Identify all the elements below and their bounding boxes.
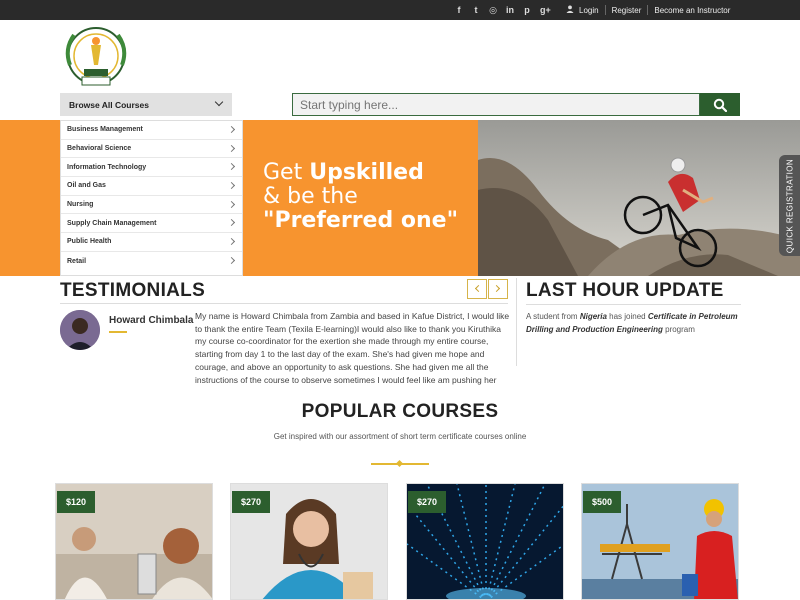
- price-badge: $270: [408, 491, 447, 513]
- course-card[interactable]: $270: [230, 483, 388, 600]
- testimonials-underline: [60, 303, 508, 304]
- social-links: f t ◎ in p g+: [455, 0, 551, 20]
- testimonials-heading: TESTIMONIALS: [60, 280, 206, 301]
- search-icon: [713, 98, 727, 112]
- texila-logo[interactable]: [60, 25, 132, 91]
- update-entry: A student from Nigeria has joined Certif…: [526, 312, 738, 334]
- course-card[interactable]: $270: [406, 483, 564, 600]
- price-badge: $120: [57, 491, 96, 513]
- avatar: [60, 310, 100, 350]
- testimonial-next-button[interactable]: [488, 279, 508, 299]
- chevron-right-icon: [227, 182, 236, 190]
- chevron-right-icon: [227, 144, 236, 152]
- last-hour-update-heading: LAST HOUR UPDATE: [526, 280, 724, 301]
- link-separator: [604, 5, 606, 15]
- twitter-icon[interactable]: t: [472, 5, 480, 15]
- user-icon: [566, 5, 574, 15]
- browse-label: Browse All Courses: [69, 99, 149, 110]
- category-supply-chain-management[interactable]: Supply Chain Management: [61, 214, 242, 234]
- category-public-health[interactable]: Public Health: [61, 233, 242, 252]
- account-links: Login Register Become an Instructor: [566, 0, 730, 20]
- chevron-right-icon: [227, 163, 236, 171]
- link-separator: [647, 5, 649, 15]
- register-link[interactable]: Register: [612, 6, 642, 15]
- chevron-left-icon: [474, 284, 483, 293]
- hero-image-cyclist: [478, 120, 800, 276]
- author-accent-bar: [109, 331, 127, 333]
- whatsapp-icon[interactable]: ◎: [489, 5, 497, 16]
- category-oil-and-gas[interactable]: Oil and Gas: [61, 177, 242, 196]
- chevron-down-icon: [214, 97, 224, 107]
- course-card[interactable]: $120: [55, 483, 213, 600]
- popular-courses-subtitle: Get inspired with our assortment of shor…: [273, 432, 527, 441]
- course-card[interactable]: $500: [581, 483, 739, 600]
- login-link[interactable]: Login: [579, 6, 599, 15]
- linkedin-icon[interactable]: in: [506, 5, 514, 15]
- category-business-management[interactable]: Business Management: [61, 121, 242, 140]
- browse-all-courses-dropdown[interactable]: Browse All Courses: [60, 93, 232, 116]
- price-badge: $270: [232, 491, 271, 513]
- testimonial-prev-button[interactable]: [467, 279, 487, 299]
- banner-tagline: Get Upskilled & be the "Preferred one": [263, 160, 459, 233]
- separator-diamond: [395, 459, 404, 468]
- update-underline: [526, 304, 741, 305]
- price-badge: $500: [583, 491, 622, 513]
- category-retail[interactable]: Retail: [61, 252, 242, 271]
- top-bar: f t ◎ in p g+ Login Register Become an I…: [0, 0, 800, 20]
- chevron-right-icon: [227, 256, 236, 264]
- chevron-right-icon: [227, 219, 236, 227]
- testimonial-author: Howard Chimbala: [109, 315, 194, 326]
- facebook-icon[interactable]: f: [455, 5, 463, 15]
- chevron-right-icon: [227, 200, 236, 208]
- quick-registration-tab[interactable]: QUICK REGISTRATION: [779, 155, 800, 256]
- category-menu: Business Management Behavioral Science I…: [60, 120, 243, 276]
- chevron-right-icon: [492, 284, 501, 293]
- search-button[interactable]: [700, 93, 740, 116]
- search-input[interactable]: [292, 93, 700, 116]
- chevron-right-icon: [227, 238, 236, 246]
- testimonial-text: My name is Howard Chimbala from Zambia a…: [195, 311, 510, 385]
- chevron-right-icon: [227, 125, 236, 134]
- category-behavioral-science[interactable]: Behavioral Science: [61, 140, 242, 159]
- pinterest-icon[interactable]: p: [523, 5, 531, 15]
- google-plus-icon[interactable]: g+: [540, 5, 551, 15]
- section-divider: [516, 278, 517, 366]
- category-information-technology[interactable]: Information Technology: [61, 158, 242, 178]
- popular-courses-heading: POPULAR COURSES: [301, 401, 499, 422]
- category-nursing[interactable]: Nursing: [61, 196, 242, 215]
- become-instructor-link[interactable]: Become an Instructor: [654, 6, 730, 15]
